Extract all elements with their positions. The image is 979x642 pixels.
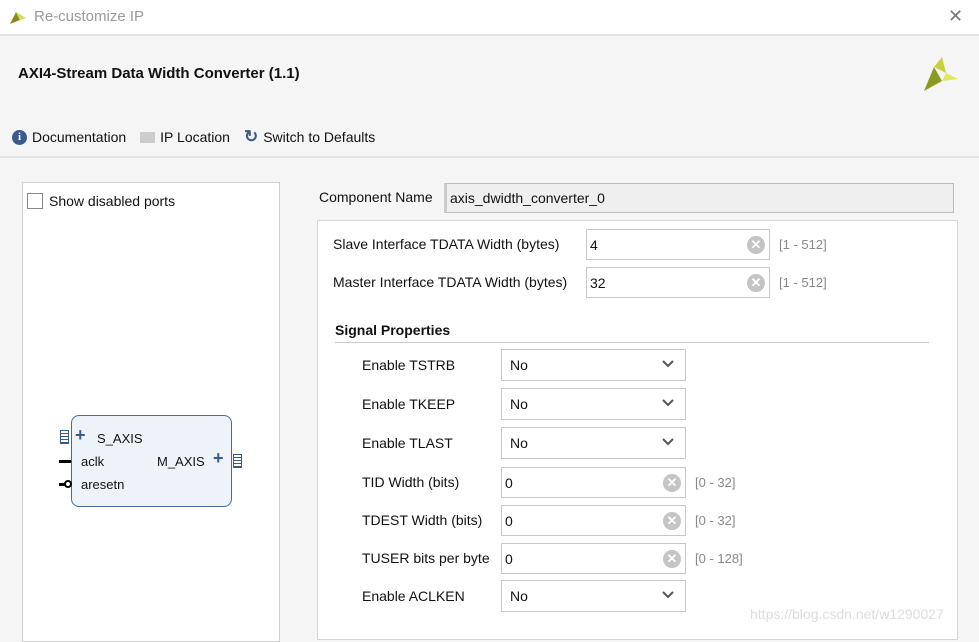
divider — [335, 342, 929, 343]
ip-location-label: IP Location — [160, 129, 230, 145]
signal-select[interactable]: No — [501, 427, 686, 459]
clear-icon[interactable]: ✕ — [663, 550, 681, 568]
folder-icon — [140, 131, 156, 143]
info-icon: i — [12, 129, 27, 145]
show-disabled-ports-checkbox[interactable]: Show disabled ports — [27, 193, 175, 209]
signal-label: TUSER bits per byte — [362, 550, 490, 566]
param-input[interactable]: 4 ✕ — [586, 229, 770, 260]
param-range: [1 - 512] — [779, 275, 827, 290]
clear-icon[interactable]: ✕ — [747, 274, 765, 292]
chevron-down-icon — [661, 396, 675, 413]
input-value: 0 — [505, 474, 513, 491]
xilinx-logo-icon — [10, 12, 26, 24]
signal-label: Enable TKEEP — [362, 396, 456, 412]
active-low-bubble-icon — [64, 480, 72, 488]
select-value: No — [510, 357, 528, 373]
signal-range: [0 - 32] — [695, 513, 736, 528]
select-value: No — [510, 396, 528, 412]
signal-label: TID Width (bits) — [362, 474, 460, 490]
param-label: Master Interface TDATA Width (bytes) — [333, 274, 568, 290]
param-value: 32 — [590, 274, 606, 291]
input-value: 0 — [505, 550, 513, 567]
documentation-label: Documentation — [32, 129, 127, 145]
signal-select[interactable]: No — [501, 388, 686, 420]
param-input[interactable]: 32 ✕ — [586, 267, 770, 298]
select-value: No — [510, 588, 528, 604]
checkbox[interactable] — [27, 193, 43, 209]
param-value: 4 — [590, 236, 598, 253]
clear-icon[interactable]: ✕ — [747, 236, 765, 254]
xilinx-logo-icon — [924, 57, 958, 91]
switch-to-defaults-button[interactable]: ↻ Switch to Defaults — [244, 127, 375, 147]
expand-plus-icon[interactable]: + — [213, 448, 224, 469]
ip-symbol-block: S_AXIS aclk aresetn M_AXIS + + — [71, 415, 232, 507]
title-bar: Re-customize IP ✕ — [0, 0, 979, 36]
param-label: Slave Interface TDATA Width (bytes) — [333, 236, 560, 252]
ip-location-button[interactable]: IP Location — [140, 129, 230, 145]
input-value: 0 — [505, 512, 513, 529]
signal-range: [0 - 32] — [695, 475, 736, 490]
component-name-input[interactable]: axis_dwidth_converter_0 — [444, 183, 954, 213]
signal-select[interactable]: No — [501, 580, 686, 612]
bus-interface-icon — [60, 430, 69, 444]
port-s-axis: S_AXIS — [97, 431, 143, 446]
param-range: [1 - 512] — [779, 237, 827, 252]
clear-icon[interactable]: ✕ — [663, 512, 681, 530]
select-value: No — [510, 435, 528, 451]
port-aclk: aclk — [81, 454, 105, 469]
signal-label: Enable TLAST — [362, 435, 453, 451]
refresh-icon: ↻ — [243, 127, 259, 146]
toolbar: i Documentation IP Location ↻ Switch to … — [12, 127, 375, 147]
symbol-panel: Show disabled ports — [22, 182, 280, 642]
clear-icon[interactable]: ✕ — [663, 474, 681, 492]
signal-input[interactable]: 0 ✕ — [501, 505, 686, 536]
signal-select[interactable]: No — [501, 349, 686, 381]
chevron-down-icon — [661, 588, 675, 605]
clock-pin-icon — [59, 460, 71, 463]
signal-properties-heading: Signal Properties — [335, 322, 451, 338]
port-m-axis: M_AXIS — [157, 454, 205, 469]
expand-plus-icon[interactable]: + — [75, 425, 86, 446]
signal-label: Enable TSTRB — [362, 357, 456, 373]
show-disabled-ports-label: Show disabled ports — [49, 193, 176, 209]
signal-input[interactable]: 0 ✕ — [501, 467, 686, 498]
ip-title: AXI4-Stream Data Width Converter (1.1) — [18, 65, 300, 82]
bus-interface-icon — [233, 454, 242, 468]
component-name-label: Component Name — [319, 189, 433, 205]
watermark: https://blog.csdn.net/w1290027 — [750, 606, 944, 622]
port-aresetn: aresetn — [81, 477, 125, 492]
chevron-down-icon — [661, 357, 675, 374]
signal-label: TDEST Width (bits) — [362, 512, 483, 528]
signal-range: [0 - 128] — [695, 551, 743, 566]
window-title: Re-customize IP — [34, 8, 145, 25]
close-icon[interactable]: ✕ — [948, 6, 963, 27]
divider — [0, 156, 979, 158]
documentation-button[interactable]: i Documentation — [12, 129, 126, 145]
chevron-down-icon — [661, 435, 675, 452]
signal-input[interactable]: 0 ✕ — [501, 543, 686, 574]
switch-to-defaults-label: Switch to Defaults — [263, 129, 376, 145]
signal-label: Enable ACLKEN — [362, 588, 465, 604]
